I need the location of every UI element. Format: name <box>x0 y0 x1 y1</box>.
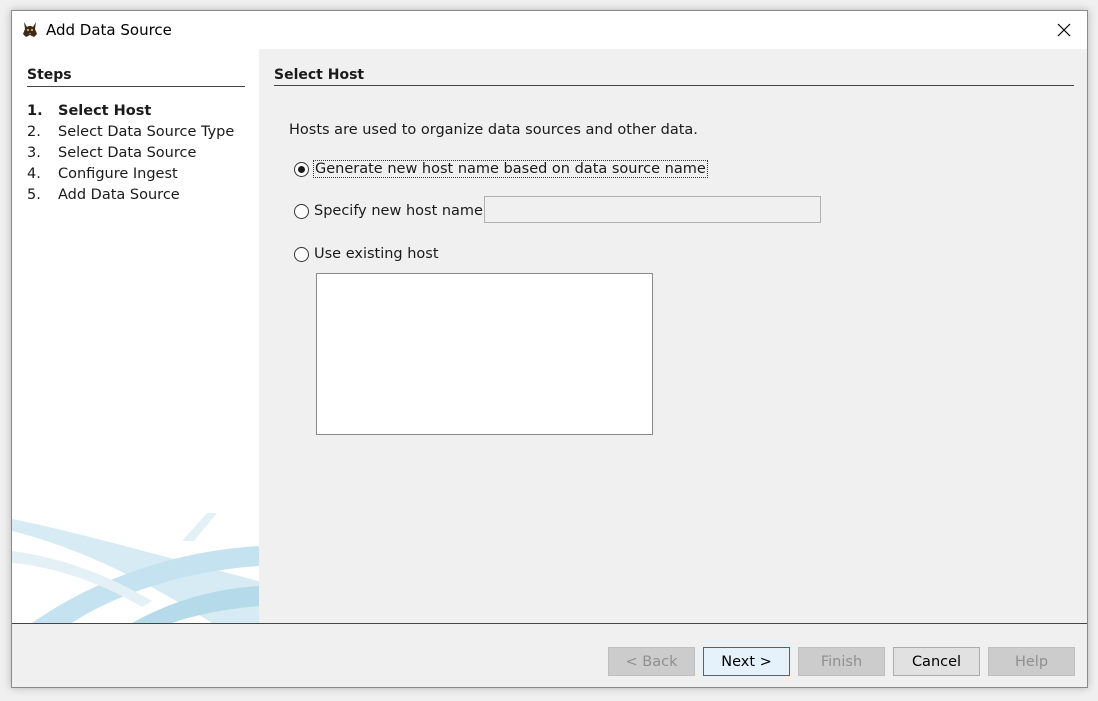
autopsy-dog-icon <box>23 22 37 37</box>
step-label: Select Data Source <box>58 145 197 161</box>
next-button[interactable]: Next > <box>703 647 790 676</box>
cancel-button[interactable]: Cancel <box>893 647 980 676</box>
step-label: Select Host <box>58 103 152 119</box>
step-label: Select Data Source Type <box>58 124 235 140</box>
step-item-add-data-source: 5. Add Data Source <box>27 185 234 206</box>
use-existing-host-radio[interactable] <box>294 246 309 262</box>
step-number: 3. <box>27 145 41 161</box>
footer-divider <box>12 623 1087 624</box>
host-name-field[interactable] <box>484 196 821 223</box>
existing-host-list[interactable] <box>316 273 653 435</box>
step-label: Add Data Source <box>58 187 180 203</box>
step-number: 1. <box>27 103 43 119</box>
finish-button[interactable]: Finish <box>798 647 885 676</box>
specify-host-name-radio[interactable] <box>294 203 309 219</box>
back-button[interactable]: < Back <box>608 647 695 676</box>
use-existing-host-label[interactable]: Use existing host <box>314 246 439 262</box>
add-data-source-dialog: Add Data Source Steps 1. Select Host 2. Se… <box>11 10 1088 688</box>
specify-host-name-label[interactable]: Specify new host name <box>314 203 483 219</box>
step-number: 5. <box>27 187 41 203</box>
title-bar: Add Data Source <box>12 11 1087 49</box>
step-item-select-data-source: 3. Select Data Source <box>27 143 234 164</box>
content-heading: Select Host <box>274 67 1074 86</box>
step-number: 4. <box>27 166 41 182</box>
specify-host-name-option[interactable]: Specify new host name <box>294 203 483 219</box>
steps-list: 1. Select Host 2. Select Data Source Type … <box>27 101 234 206</box>
step-label: Configure Ingest <box>58 166 178 182</box>
window-title: Add Data Source <box>46 21 172 39</box>
close-icon <box>1057 23 1071 37</box>
steps-panel: Steps 1. Select Host 2. Select Data Source… <box>12 49 259 623</box>
step-item-select-data-source-type: 2. Select Data Source Type <box>27 122 234 143</box>
help-button[interactable]: Help <box>988 647 1075 676</box>
step-item-configure-ingest: 4. Configure Ingest <box>27 164 234 185</box>
use-existing-host-option[interactable]: Use existing host <box>294 246 439 262</box>
close-button[interactable] <box>1041 11 1087 49</box>
decorative-swoosh-graphic <box>12 513 259 623</box>
generate-host-name-label[interactable]: Generate new host name based on data sou… <box>313 160 708 178</box>
step-item-select-host: 1. Select Host <box>27 101 234 122</box>
steps-heading: Steps <box>27 67 245 87</box>
generate-host-name-option[interactable]: Generate new host name based on data sou… <box>294 160 708 178</box>
step-number: 2. <box>27 124 41 140</box>
generate-host-name-radio[interactable] <box>294 161 309 177</box>
intro-text: Hosts are used to organize data sources … <box>289 122 698 138</box>
